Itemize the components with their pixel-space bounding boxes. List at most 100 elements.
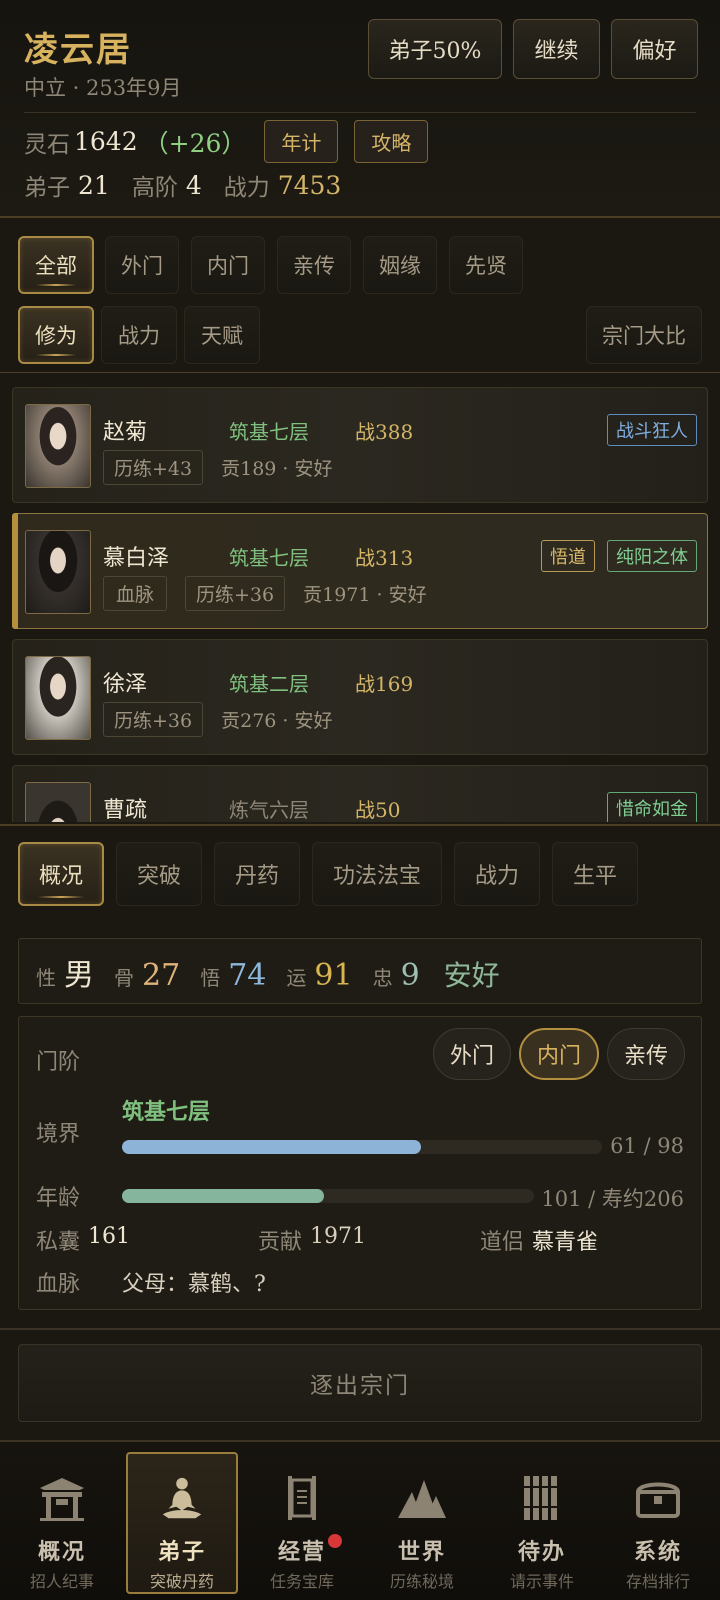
tab-outer[interactable]: 外门 xyxy=(105,236,179,294)
annual-plan-button[interactable]: 年计 xyxy=(264,120,339,163)
sort-cultivation[interactable]: 修为 xyxy=(18,306,94,364)
header: 凌云居 中立 · 253年9月 弟子50% 继续 偏好 灵石 1642 （+26… xyxy=(0,0,720,218)
training-pill: 历练+36 xyxy=(103,702,204,737)
nav-world[interactable]: 世界 历练秘境 xyxy=(366,1452,478,1594)
nav-subtitle: 招人纪事 xyxy=(29,1572,94,1591)
tournament-button[interactable]: 宗门大比 xyxy=(586,306,702,364)
insight-label: 悟 xyxy=(200,966,221,990)
senior-label: 高阶 xyxy=(131,175,178,201)
disciple-card[interactable]: 曹疏 炼气六层 战50 惜命如金 xyxy=(12,765,708,822)
spirit-stone-delta: （+26） xyxy=(143,128,247,158)
trait-tag: 战斗狂人 xyxy=(607,414,697,446)
nav-title: 系统 xyxy=(633,1539,682,1565)
nav-subtitle: 历练秘境 xyxy=(389,1572,454,1591)
bone-label: 骨 xyxy=(114,966,134,990)
detail-tabs: 概况 突破 丹药 功法法宝 战力 生平 xyxy=(0,824,720,922)
nav-management[interactable]: 经营 任务宝库 xyxy=(246,1452,358,1594)
tab-overview[interactable]: 概况 xyxy=(18,842,104,906)
realm-progress-fill xyxy=(122,1140,421,1154)
disciple-card[interactable]: 徐泽 筑基二层 战169 历练+36 贡276 · 安好 xyxy=(12,639,708,755)
tab-combat[interactable]: 战力 xyxy=(454,842,540,906)
partner-value: 慕青雀 xyxy=(532,1230,599,1255)
insight-value: 74 xyxy=(228,958,267,993)
power-label: 战力 xyxy=(223,175,270,201)
mountain-icon xyxy=(398,1480,446,1518)
rank-label: 门阶 xyxy=(36,1050,81,1075)
disciple-portrait xyxy=(25,656,91,740)
nav-title: 经营 xyxy=(277,1539,326,1565)
nav-disciples[interactable]: 弟子 突破丹药 xyxy=(126,1452,238,1594)
tab-techniques[interactable]: 功法法宝 xyxy=(312,842,442,906)
preference-button[interactable]: 偏好 xyxy=(611,19,698,79)
disciple-portrait xyxy=(25,782,91,822)
header-divider xyxy=(24,112,696,113)
partner-label: 道侣 xyxy=(480,1230,525,1255)
age-text: 101 / 寿约206 xyxy=(541,1187,684,1211)
disciple-speed-button[interactable]: 弟子50% xyxy=(368,19,502,79)
stats-row: 弟子 21 高阶 4 战力 7453 xyxy=(24,168,341,202)
rank-outer-button[interactable]: 外门 xyxy=(433,1028,511,1080)
tab-inner[interactable]: 内门 xyxy=(191,236,265,294)
sect-name: 凌云居 xyxy=(24,30,132,70)
senior-count: 4 xyxy=(185,170,202,200)
bloodline-label: 血脉 xyxy=(36,1272,81,1297)
disciple-card[interactable]: 赵菊 筑基七层 战388 历练+43 贡189 · 安好 战斗狂人 xyxy=(12,387,708,503)
nav-system[interactable]: 系统 存档排行 xyxy=(602,1452,714,1594)
disciple-realm: 炼气六层 xyxy=(229,798,309,822)
age-label: 年龄 xyxy=(36,1186,81,1211)
chest-icon xyxy=(635,1482,681,1518)
notification-dot xyxy=(328,1534,342,1548)
nav-subtitle: 请示事件 xyxy=(509,1572,574,1591)
contribution-value: 1971 xyxy=(310,1224,366,1249)
spirit-stone-value: 1642 xyxy=(74,127,138,156)
bottom-nav: 概况 招人纪事 弟子 突破丹药 经营 任务宝库 世界 历练秘境 待办 请示事件 … xyxy=(0,1440,720,1600)
realm-label: 境界 xyxy=(36,1122,81,1147)
loyalty-label: 忠 xyxy=(372,966,393,990)
realm-progress-text: 61 / 98 xyxy=(610,1134,684,1158)
disciple-portrait xyxy=(25,530,91,614)
tab-biography[interactable]: 生平 xyxy=(552,842,638,906)
guide-button[interactable]: 攻略 xyxy=(354,120,429,163)
trait-tag: 纯阳之体 xyxy=(607,540,697,572)
disciple-card-selected[interactable]: 慕白泽 筑基七层 战313 血脉 历练+36 贡1971 · 安好 悟道 纯阳之… xyxy=(12,513,708,629)
resource-row: 灵石 1642 （+26） 年计 攻略 xyxy=(24,120,429,163)
attributes-row: 性 男 骨 27 悟 74 运 91 忠 9 安好 xyxy=(36,950,500,994)
realm-progress-bar xyxy=(122,1140,602,1154)
tab-direct[interactable]: 亲传 xyxy=(277,236,351,294)
pavilion-icon xyxy=(40,1478,84,1521)
tab-marriage[interactable]: 姻缘 xyxy=(363,236,437,294)
bone-value: 27 xyxy=(142,958,181,993)
rank-direct-button[interactable]: 亲传 xyxy=(607,1028,685,1080)
disciple-realm: 筑基二层 xyxy=(229,672,309,696)
disciple-realm: 筑基七层 xyxy=(229,420,309,444)
disciple-name: 曹疏 xyxy=(103,798,148,822)
rank-inner-button[interactable]: 内门 xyxy=(519,1028,599,1080)
nav-title: 概况 xyxy=(37,1539,86,1565)
nav-todo[interactable]: 待办 请示事件 xyxy=(486,1452,598,1594)
continue-button[interactable]: 继续 xyxy=(513,19,600,79)
disciples-count: 21 xyxy=(78,170,110,200)
disciple-name: 赵菊 xyxy=(103,420,148,445)
nav-title: 弟子 xyxy=(157,1539,206,1565)
tab-all[interactable]: 全部 xyxy=(18,236,94,294)
tab-pills[interactable]: 丹药 xyxy=(214,842,300,906)
tab-sages[interactable]: 先贤 xyxy=(449,236,523,294)
gender-label: 性 xyxy=(36,966,56,990)
tab-breakthrough[interactable]: 突破 xyxy=(116,842,202,906)
contribution-label: 贡献 xyxy=(258,1230,303,1255)
luck-label: 运 xyxy=(286,966,307,990)
disciple-info: 贡189 · 安好 xyxy=(221,458,333,480)
disciple-info: 贡1971 · 安好 xyxy=(303,584,427,606)
section-divider xyxy=(0,1328,720,1330)
nav-overview[interactable]: 概况 招人纪事 xyxy=(6,1452,118,1594)
sort-power[interactable]: 战力 xyxy=(101,306,177,364)
nav-title: 待办 xyxy=(517,1539,566,1565)
disciple-name: 徐泽 xyxy=(103,672,148,697)
disciple-portrait xyxy=(25,404,91,488)
disciple-power: 战388 xyxy=(355,420,414,444)
bamboo-slips-icon xyxy=(520,1476,562,1520)
luck-value: 91 xyxy=(314,958,353,993)
expel-button[interactable]: 逐出宗门 xyxy=(18,1344,702,1422)
sort-talent[interactable]: 天赋 xyxy=(184,306,260,364)
disciple-name: 慕白泽 xyxy=(103,546,170,571)
